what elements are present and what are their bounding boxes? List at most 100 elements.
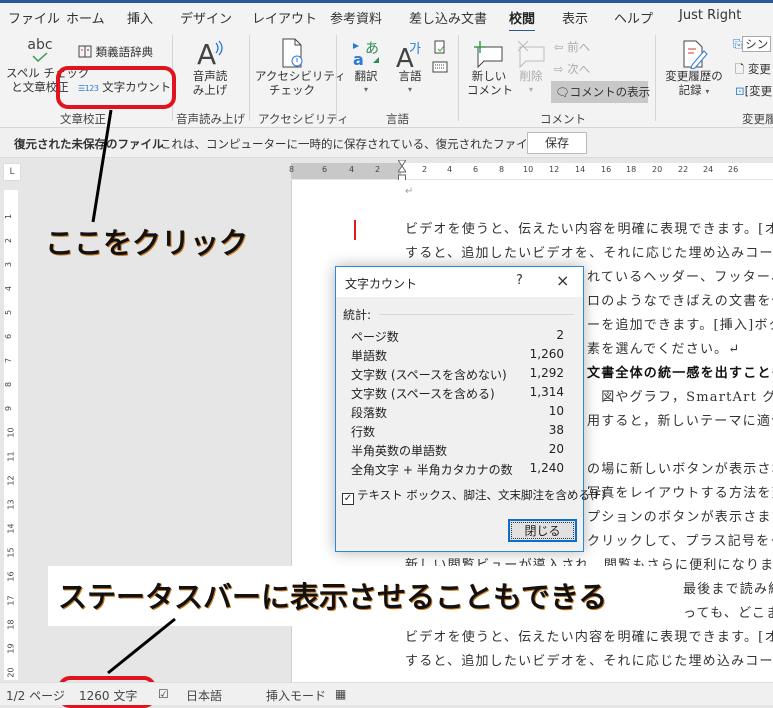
ruler-number: 11 <box>6 451 16 462</box>
document-check-icon[interactable] <box>432 39 448 55</box>
proofing-status-icon[interactable]: ☑ <box>158 687 169 701</box>
highlight-oval-word-count <box>56 66 176 109</box>
show-markup-button[interactable]: 🗋 変更 <box>735 62 771 76</box>
include-textboxes-checkbox[interactable]: ✓ テキスト ボックス、脚注、文末脚注を含める(F) <box>342 487 606 505</box>
status-bar: 1/2 ページ 1260 文字 ☑ 日本語 挿入モード ▦ <box>0 682 773 705</box>
tab-selector[interactable]: L <box>3 163 21 181</box>
ruler-number: 26 <box>728 165 739 174</box>
ruler-number: 18 <box>6 619 16 630</box>
svg-text:가: 가 <box>409 42 421 57</box>
close-button[interactable]: 閉じる <box>508 519 577 542</box>
stat-row: 全角文字 + 半角カタカナの数 1,240 <box>351 461 564 478</box>
document-line: すると、追加したいビデオを、それに応じた埋め込みコード <box>405 246 773 261</box>
checkbox-checked-icon[interactable]: ✓ <box>342 493 354 505</box>
horizontal-ruler[interactable]: 8 6 4 2 2 4 6 8 10 12 14 16 18 20 22 24 … <box>289 163 773 179</box>
translate-icon: aあ <box>353 41 379 69</box>
insert-mode-status[interactable]: 挿入モード <box>266 687 326 704</box>
tab-just-right[interactable]: Just Right <box>679 8 741 23</box>
dropdown-arrow-icon: ▾ <box>528 85 533 94</box>
translate-button[interactable]: aあ 翻訳 ▾ <box>348 39 384 97</box>
stat-label: ページ数 <box>351 330 399 344</box>
stat-value: 10 <box>548 404 564 418</box>
track-changes-icon <box>683 40 708 69</box>
document-heading: 文書全体の統一感を出すことも <box>587 366 773 381</box>
next-comment-button[interactable]: ⇨ 次へ <box>554 62 590 76</box>
tab-file[interactable]: ファイル <box>8 8 60 27</box>
previous-icon: ⇦ <box>554 40 564 54</box>
delete-comment-icon <box>517 40 545 69</box>
document-line: ビデオを使うと、伝えたい内容を明確に表現できます。[オ <box>405 222 773 237</box>
language-status[interactable]: 日本語 <box>186 687 222 704</box>
stat-label: 全角文字 + 半角カタカナの数 <box>351 463 513 477</box>
stat-label: 段落数 <box>351 406 388 420</box>
stat-row: 行数 38 <box>351 423 564 440</box>
ruler-number: 22 <box>678 165 689 174</box>
ruler-number: 3 <box>4 261 14 268</box>
document-line: れているヘッダー、フッター、 <box>587 270 773 285</box>
document-line: 用すると，新しいテーマに適合 <box>587 414 773 429</box>
tab-mailings[interactable]: 差し込み文書 <box>409 8 487 27</box>
ruler-number: 6 <box>473 165 479 174</box>
ruler-number: 13 <box>6 499 16 510</box>
tab-design[interactable]: デザイン <box>180 8 232 27</box>
document-line: クリックして、プラス記号をク <box>587 534 773 549</box>
group-comments-label: コメント <box>540 112 586 126</box>
svg-text:A: A <box>197 38 216 69</box>
close-icon[interactable]: × <box>556 271 569 290</box>
document-line: ーを追加できます。[挿入]ボタ <box>587 318 773 333</box>
save-button[interactable]: 保存 <box>527 132 587 154</box>
read-aloud-icon: A <box>197 38 223 69</box>
display-for-review-dropdown[interactable]: ⎘ シン <box>733 36 772 52</box>
change-bar <box>354 220 356 240</box>
macro-record-icon[interactable]: ▦ <box>335 687 346 701</box>
group-divider <box>655 35 656 121</box>
ruler-number: 4 <box>349 165 355 174</box>
recovered-file-notice: 復元された未保存のファイル これは、コンピューターに一時的に保存されている、復元… <box>0 128 773 158</box>
notice-message: これは、コンピューターに一時的に保存されている、復元されたファイルです。 <box>160 137 573 151</box>
tab-layout[interactable]: レイアウト <box>252 8 317 27</box>
tab-references[interactable]: 参考資料 <box>330 8 382 27</box>
document-line: プションのボタンが表示さます <box>587 510 773 525</box>
new-comment-icon <box>474 41 503 69</box>
ruler-number: 14 <box>575 165 586 174</box>
read-aloud-button[interactable]: A 音声読 み上げ <box>185 37 235 97</box>
track-changes-button[interactable]: 変更履歴の 記録 ▾ <box>662 39 726 99</box>
keyboard-icon[interactable] <box>432 61 448 73</box>
group-divider <box>249 35 250 121</box>
stat-value: 20 <box>548 442 564 456</box>
divider <box>379 314 574 315</box>
ruler-number: 4 <box>447 165 453 174</box>
comment-icon: 🗨 <box>555 85 570 99</box>
ruler-number: 20 <box>6 667 16 678</box>
dialog-titlebar[interactable]: 文字カウント ? × <box>336 267 583 297</box>
paragraph-mark: ↵ <box>405 186 414 197</box>
reviewing-pane-button[interactable]: ⊡[変更 <box>735 84 772 98</box>
accessibility-icon <box>282 38 303 68</box>
vertical-ruler[interactable]: 1 2 3 4 5 6 7 8 9 10 11 12 13 14 15 16 1… <box>4 190 18 680</box>
stat-label: 半角英数の単語数 <box>351 444 448 458</box>
word-count-status[interactable]: 1260 文字 <box>79 687 137 704</box>
statusbar-annotation: ステータスバーに表示させることもできる <box>48 566 664 626</box>
ruler-number: 16 <box>6 571 16 582</box>
ruler-number: 24 <box>703 165 714 174</box>
tab-insert[interactable]: 挿入 <box>127 8 153 27</box>
thesaurus-button[interactable]: 類義語辞典 <box>78 45 153 59</box>
page-count[interactable]: 1/2 ページ <box>6 687 65 704</box>
ruler-number: 8 <box>289 165 295 174</box>
ruler-margin <box>291 163 401 179</box>
language-button[interactable]: A가 言語 ▾ <box>392 39 428 97</box>
stat-value: 1,260 <box>529 347 564 361</box>
delete-comment-button[interactable]: 削除 ▾ <box>513 39 549 97</box>
previous-comment-button[interactable]: ⇦ 前へ <box>554 40 590 54</box>
tab-help[interactable]: ヘルプ <box>614 8 653 27</box>
help-icon[interactable]: ? <box>516 273 523 288</box>
tab-review[interactable]: 校閲 <box>509 8 536 33</box>
accessibility-check-button[interactable]: アクセシビリティ チェック <box>255 37 346 97</box>
ruler-number: 18 <box>626 165 637 174</box>
show-comments-button[interactable]: 🗨コメントの表示 <box>551 81 650 103</box>
tab-view[interactable]: 表示 <box>562 8 588 27</box>
tab-home[interactable]: ホーム <box>66 8 105 27</box>
ruler-number: 14 <box>6 523 16 534</box>
ruler-number: 6 <box>322 165 328 174</box>
new-comment-button[interactable]: 新しい コメント <box>467 39 513 97</box>
